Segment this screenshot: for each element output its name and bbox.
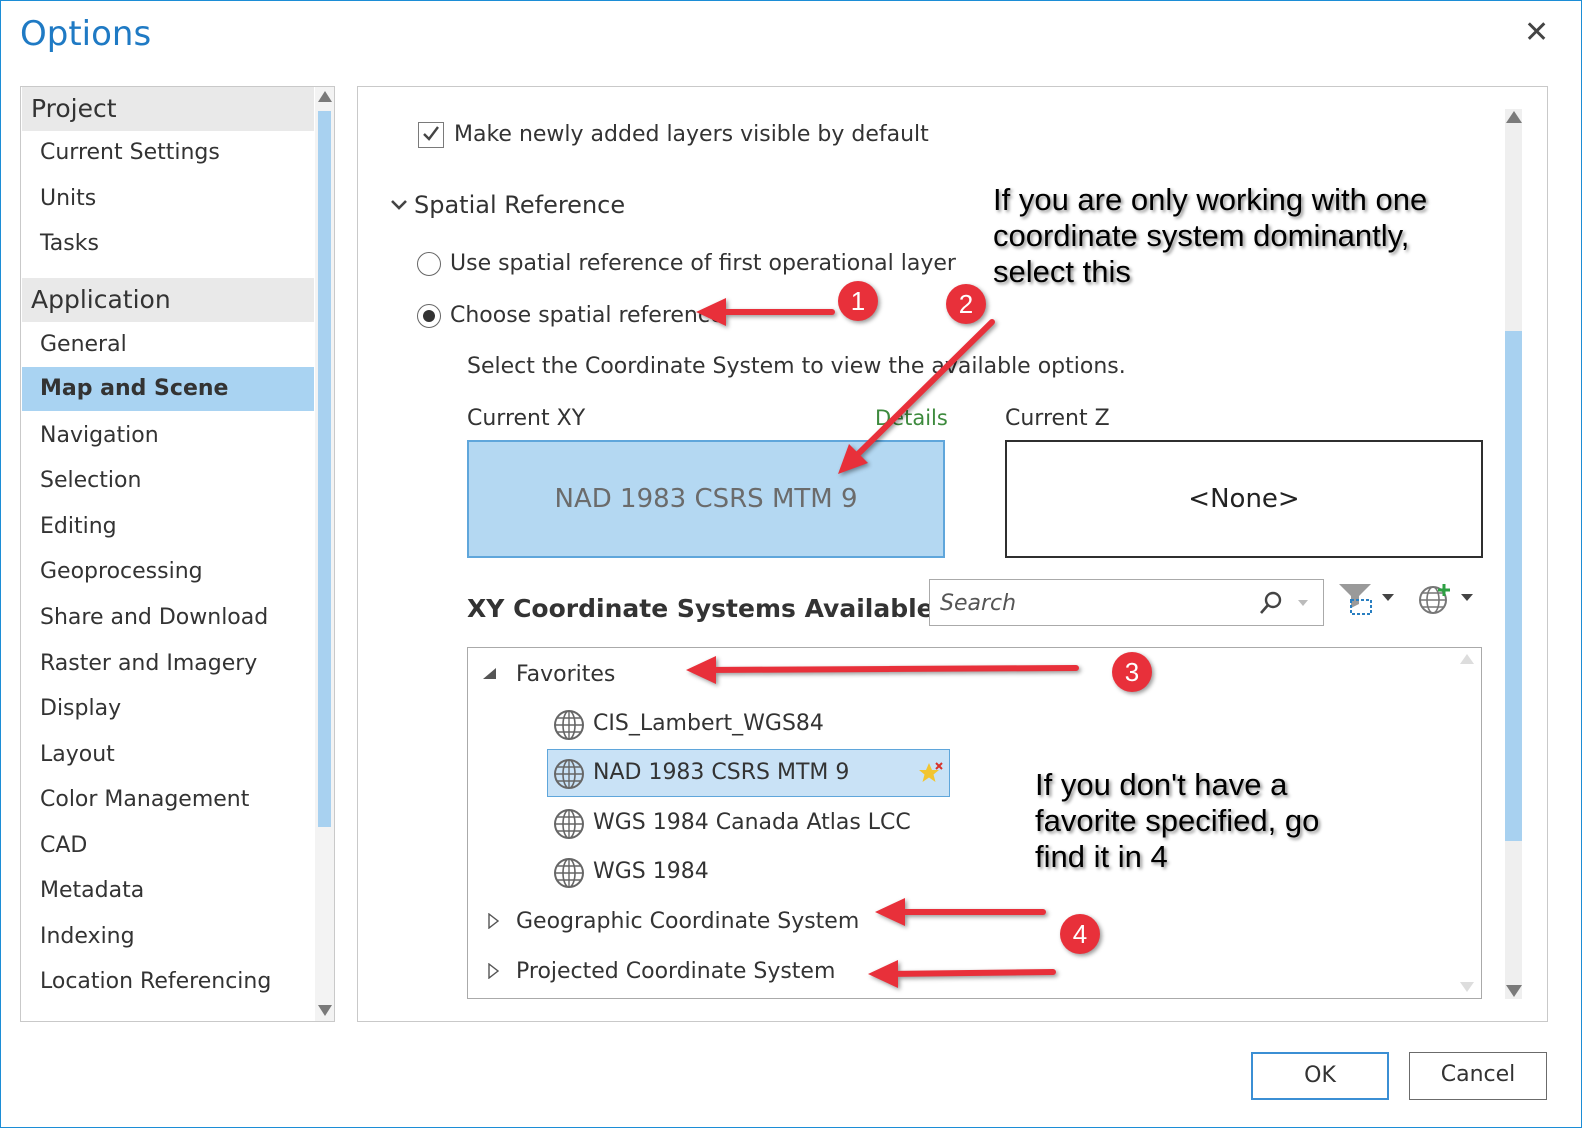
annotation-arrow-3 [701, 665, 1079, 673]
cancel-button[interactable]: Cancel [1409, 1052, 1547, 1100]
callout-top-line: coordinate system dominantly, [993, 218, 1410, 253]
annotation-arrowhead-1 [696, 298, 726, 326]
callout-top-line: select this [993, 254, 1131, 289]
callout-bottom-line: If you don't have a [1035, 767, 1288, 802]
annotation-arrowhead-4a [875, 898, 905, 926]
annotation-arrowhead-4b [868, 960, 898, 988]
annotation-arrows [686, 298, 1079, 988]
annotation-badge-1: 1 [838, 281, 878, 321]
ok-button[interactable]: OK [1251, 1052, 1389, 1100]
annotation-badge-3: 3 [1112, 652, 1152, 692]
annotation-arrow-2 [849, 319, 995, 463]
callout-bottom-line: favorite specified, go [1035, 803, 1320, 838]
annotation-badge-4: 4 [1060, 914, 1100, 954]
annotation-arrow-4b [883, 969, 1056, 977]
callout-top-line: If you are only working with one [993, 182, 1428, 217]
annotation-arrowhead-3 [686, 656, 716, 684]
annotation-badge-2: 2 [946, 284, 986, 324]
callout-bottom-line: find it in 4 [1035, 839, 1168, 874]
